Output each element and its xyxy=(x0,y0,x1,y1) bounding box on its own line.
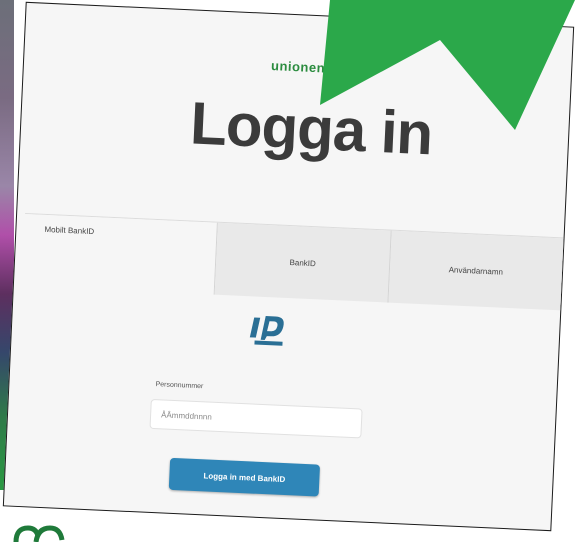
tab-mobilt-bankid[interactable]: Mobilt BankID xyxy=(21,213,219,295)
login-method-tabs: Mobilt BankID BankID Användarnamn xyxy=(21,212,565,311)
green-star-shape xyxy=(320,0,575,130)
tab-bankid[interactable]: BankID xyxy=(214,222,392,303)
tab-anvandarnamn[interactable]: Användarnamn xyxy=(388,230,565,311)
personnummer-label: Personnummer xyxy=(155,381,204,391)
bankid-logo-icon xyxy=(249,316,284,346)
login-bankid-button[interactable]: Logga in med BankID xyxy=(168,457,321,497)
personnummer-input[interactable] xyxy=(149,398,363,439)
unionen-symbol-icon xyxy=(13,525,65,542)
